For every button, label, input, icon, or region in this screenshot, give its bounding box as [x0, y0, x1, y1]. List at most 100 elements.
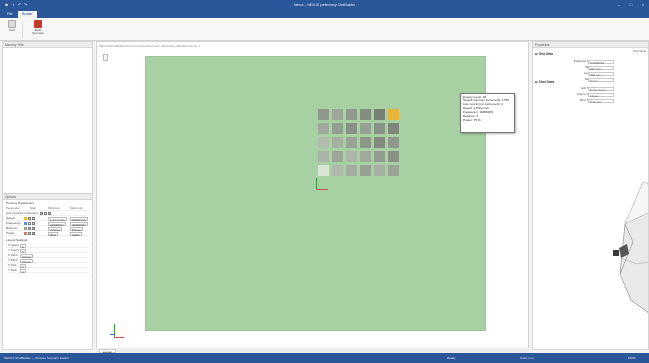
prop-label: Width [553, 65, 593, 70]
origin-x-axis [316, 189, 328, 190]
tab-layout[interactable]: Layout [99, 348, 117, 354]
layout-label: Y Size [8, 268, 17, 272]
layout-value[interactable]: 5 [20, 248, 26, 254]
checkbox[interactable] [27, 226, 31, 230]
grid-cell[interactable] [374, 137, 385, 148]
parameters-table: Parameter Step Minimum Maximum Use const… [6, 206, 89, 237]
build-plate[interactable]: Energy Level: 48 Speed (mm/min increment… [145, 56, 515, 331]
grid-cell[interactable] [332, 165, 343, 176]
layout-value[interactable]: 2 [20, 268, 26, 274]
grid-cell[interactable] [374, 109, 385, 120]
grid-button-label: Grid [9, 28, 15, 32]
part-preview[interactable] [573, 182, 649, 347]
grid-cell[interactable] [318, 123, 329, 134]
grid-cell-selected[interactable] [388, 109, 399, 120]
process-parameters-title: Process Parameters [6, 201, 35, 205]
properties-panel: Properties Part View ⊟ Grid Data Preferr… [532, 41, 649, 350]
checkbox[interactable] [31, 226, 35, 230]
grid-cell[interactable] [318, 109, 329, 120]
grid-cell[interactable] [346, 109, 357, 120]
minimize-icon[interactable]: – [613, 0, 625, 10]
checkbox[interactable] [31, 216, 35, 220]
checkbox[interactable] [27, 231, 31, 235]
checkbox[interactable] [31, 231, 35, 235]
color-swatch [24, 226, 27, 230]
prop-row: Width200 mm [533, 65, 648, 71]
checkbox[interactable] [27, 216, 31, 220]
grid-cell[interactable] [318, 151, 329, 162]
close-icon[interactable]: × [637, 0, 649, 10]
param-min-value[interactable]: 50% [48, 231, 59, 237]
prop-label: Depth [553, 77, 593, 82]
param-min-value[interactable]: -5.9mm [48, 226, 63, 232]
checkbox[interactable] [31, 221, 35, 225]
gizmo-x-axis [114, 337, 124, 338]
grid-cell[interactable] [360, 151, 371, 162]
prop-value[interactable]: 200 mm [588, 71, 614, 77]
status-ready: Ready [447, 356, 456, 360]
layout-value[interactable]: 3.0mm [20, 253, 34, 259]
cell-tooltip: Energy Level: 48 Speed (mm/min increment… [460, 93, 515, 133]
grid-cell[interactable] [346, 151, 357, 162]
layout-value[interactable]: 3.0mm [20, 258, 34, 264]
layout-value[interactable]: 2 [20, 263, 26, 269]
grid-data-section[interactable]: ⊟ Grid Data [535, 52, 553, 56]
grid-cell[interactable] [374, 151, 385, 162]
grid-cell[interactable] [318, 137, 329, 148]
build-scenario-label: Build Scenario [32, 28, 44, 36]
grid-cell[interactable] [346, 123, 357, 134]
grid-cell[interactable] [360, 123, 371, 134]
prop-value[interactable]: 0 mm [588, 77, 614, 83]
properties-header: Properties [533, 42, 648, 48]
checkbox[interactable] [40, 211, 43, 215]
grid-cell[interactable] [332, 137, 343, 148]
param-min-value[interactable]: 100000Hz [48, 221, 66, 227]
grid-cell[interactable] [360, 109, 371, 120]
shot-stats-section[interactable]: ⊟ Shot Stats [535, 80, 554, 84]
prop-label: Length [553, 71, 593, 76]
grid-cell[interactable] [360, 165, 371, 176]
checkbox[interactable] [48, 211, 51, 215]
viewport[interactable]: NEXUS/ShotBuilder/Process Scenarios/Lase… [96, 41, 529, 350]
grid-cell[interactable] [332, 109, 343, 120]
grid-cell[interactable] [318, 165, 329, 176]
build-icon [34, 20, 42, 28]
grid-cell[interactable] [360, 137, 371, 148]
grid-cell[interactable] [346, 137, 357, 148]
ribbon: Grid Build Scenario [0, 18, 649, 41]
prop-value[interactable]: 200 mm [588, 65, 614, 71]
options-header: Options [3, 194, 92, 200]
layout-settings-title: Layout Settings [6, 238, 28, 242]
grid-cell[interactable] [388, 137, 399, 148]
param-max-value[interactable]: 2000mm/s [70, 216, 89, 222]
grid-data-title: Grid Data [538, 52, 553, 56]
maximize-icon[interactable]: □ [625, 0, 637, 10]
grid-cell[interactable] [388, 165, 399, 176]
checkbox[interactable] [44, 211, 47, 215]
tab-file[interactable]: File [3, 11, 16, 18]
grid-cell[interactable] [374, 123, 385, 134]
tooltip-line: Power: 75 % [463, 118, 481, 122]
grid-cell[interactable] [332, 123, 343, 134]
tab-builder[interactable]: Builder [18, 11, 37, 18]
layout-value[interactable]: 6 [20, 243, 26, 249]
build-scenario-button[interactable]: Build Scenario [30, 20, 46, 39]
document-icon[interactable] [103, 54, 108, 61]
param-min-value[interactable]: 1.17 m/min [48, 216, 67, 222]
part-view-label: Part View [633, 49, 646, 53]
shot-stats-title: Shot Stats [538, 80, 555, 84]
grid-cell[interactable] [346, 165, 357, 176]
checkbox[interactable] [27, 221, 31, 225]
grid-cell[interactable] [388, 123, 399, 134]
prop-value[interactable]: 0.0000001 [588, 59, 614, 65]
param-max-value[interactable]: 5.9mm [70, 226, 84, 232]
prop-label: Preferred Size [573, 59, 593, 63]
prop-label: Shot Time [579, 98, 593, 102]
grid-cell[interactable] [374, 165, 385, 176]
param-max-value[interactable]: 200000Hz [70, 221, 88, 227]
grid-button[interactable]: Grid [4, 20, 20, 39]
color-swatch [24, 216, 27, 220]
param-max-value[interactable]: 100% [70, 231, 82, 237]
grid-cell[interactable] [332, 151, 343, 162]
grid-cell[interactable] [388, 151, 399, 162]
